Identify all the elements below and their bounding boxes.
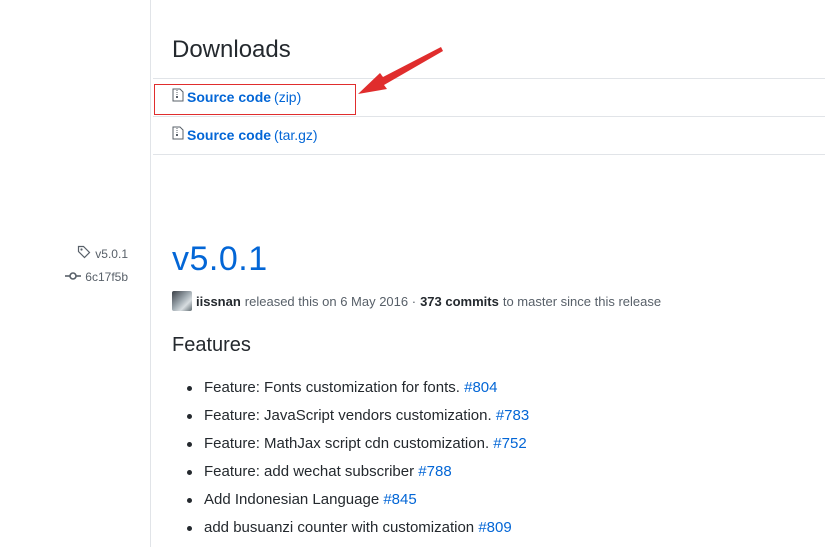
tag-label: v5.0.1 [95,246,128,261]
list-item: Feature: MathJax script cdn customizatio… [172,430,529,458]
source-code-targz-link[interactable]: Source code (tar.gz) [172,126,318,143]
download-label: Source code [187,126,272,143]
file-zip-icon [172,88,184,105]
issue-link[interactable]: #809 [478,519,511,536]
issue-link[interactable]: #752 [493,435,526,452]
download-row: Source code (zip) [153,78,825,116]
commit-icon [65,270,82,284]
source-code-zip-link[interactable]: Source code (zip) [172,88,301,105]
download-label: Source code [187,88,272,105]
issue-link[interactable]: #804 [464,379,497,396]
released-text: released this on 6 May 2016 · [244,293,417,309]
file-zip-icon [172,126,184,143]
tag-icon [77,245,91,262]
download-row: Source code (tar.gz) [153,116,825,155]
download-ext: (tar.gz) [274,126,318,143]
commits-suffix: to master since this release [502,293,662,309]
features-heading: Features [172,334,251,356]
feature-text: Feature: add wechat subscriber [204,463,415,480]
downloads-heading: Downloads [172,36,291,63]
release-title-link[interactable]: v5.0.1 [172,240,268,279]
list-item: Feature: JavaScript vendors customizatio… [172,402,529,430]
list-item: Feature: Fonts customization for fonts. … [172,374,529,402]
avatar[interactable] [172,291,192,311]
list-item: add busuanzi counter with customization … [172,514,529,542]
commit-label: 6c17f5b [85,270,128,284]
issue-link[interactable]: #788 [418,463,451,480]
list-item: Feature: add wechat subscriber #788 [172,458,529,486]
sidebar-divider [150,0,151,547]
download-ext: (zip) [274,88,302,105]
feature-list: Feature: Fonts customization for fonts. … [172,374,529,542]
author-link[interactable]: iissnan [196,294,241,309]
feature-text: Add Indonesian Language [204,491,380,508]
feature-text: Feature: MathJax script cdn customizatio… [204,435,490,452]
feature-text: Feature: JavaScript vendors customizatio… [204,407,492,424]
commit-link[interactable]: 6c17f5b [65,270,128,284]
release-sidebar: v5.0.1 6c17f5b [0,0,150,547]
feature-text: Feature: Fonts customization for fonts. [204,379,460,396]
feature-text: add busuanzi counter with customization [204,519,475,536]
issue-link[interactable]: #845 [383,491,416,508]
commits-count-link[interactable]: 373 commits [420,294,499,309]
tag-link[interactable]: v5.0.1 [77,245,128,262]
issue-link[interactable]: #783 [496,407,529,424]
release-byline: iissnan released this on 6 May 2016 · 37… [172,291,661,311]
list-item: Add Indonesian Language #845 [172,486,529,514]
